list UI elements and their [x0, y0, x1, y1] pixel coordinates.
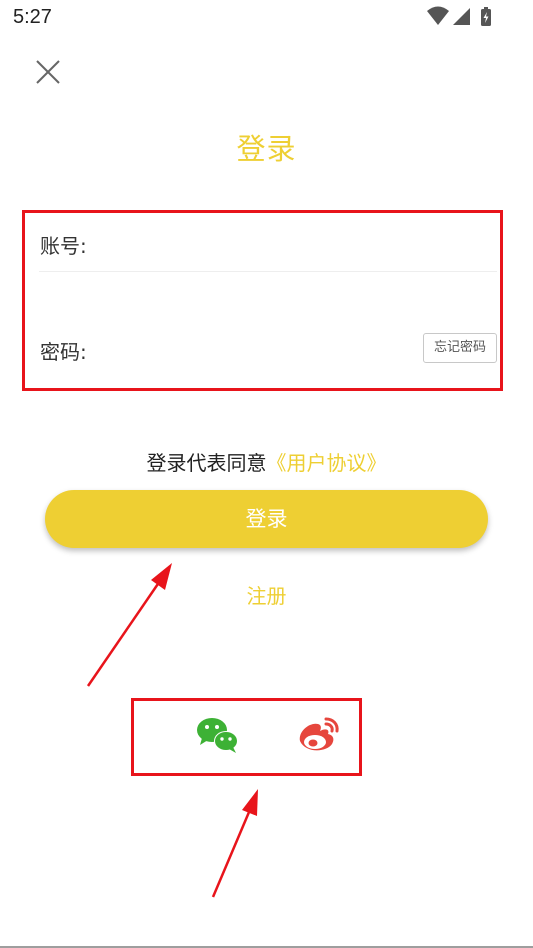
login-form: 账号: 密码: 忘记密码: [22, 210, 503, 391]
status-time: 5:27: [13, 6, 52, 28]
social-login-group: [131, 698, 362, 776]
wifi-icon: [427, 6, 449, 25]
close-button[interactable]: [30, 54, 66, 90]
register-row: 注册: [0, 580, 533, 609]
forgot-password-button[interactable]: 忘记密码: [423, 333, 497, 363]
page-title: 登录: [236, 132, 297, 166]
close-icon: [36, 60, 60, 84]
weibo-login-button[interactable]: [294, 713, 342, 757]
status-icons: [427, 6, 491, 26]
cellular-signal-icon: [453, 8, 470, 25]
user-agreement-link[interactable]: 《用户协议》: [267, 451, 387, 475]
agreement-text: 登录代表同意《用户协议》: [0, 447, 533, 476]
account-label: 账号:: [40, 234, 87, 258]
form-divider: [39, 271, 497, 272]
wechat-login-button[interactable]: [194, 713, 242, 757]
status-bar: 5:27: [0, 0, 533, 36]
register-link[interactable]: 注册: [247, 584, 287, 608]
password-label: 密码:: [40, 340, 87, 364]
agreement-prefix: 登录代表同意: [146, 451, 267, 475]
weibo-icon: [299, 717, 339, 751]
wechat-icon: [197, 718, 238, 753]
login-button[interactable]: 登录: [45, 490, 488, 548]
battery-charging-icon: [481, 7, 491, 26]
password-input[interactable]: [95, 329, 419, 371]
account-input[interactable]: [95, 223, 494, 265]
arrow-to-social-login: [211, 789, 258, 898]
